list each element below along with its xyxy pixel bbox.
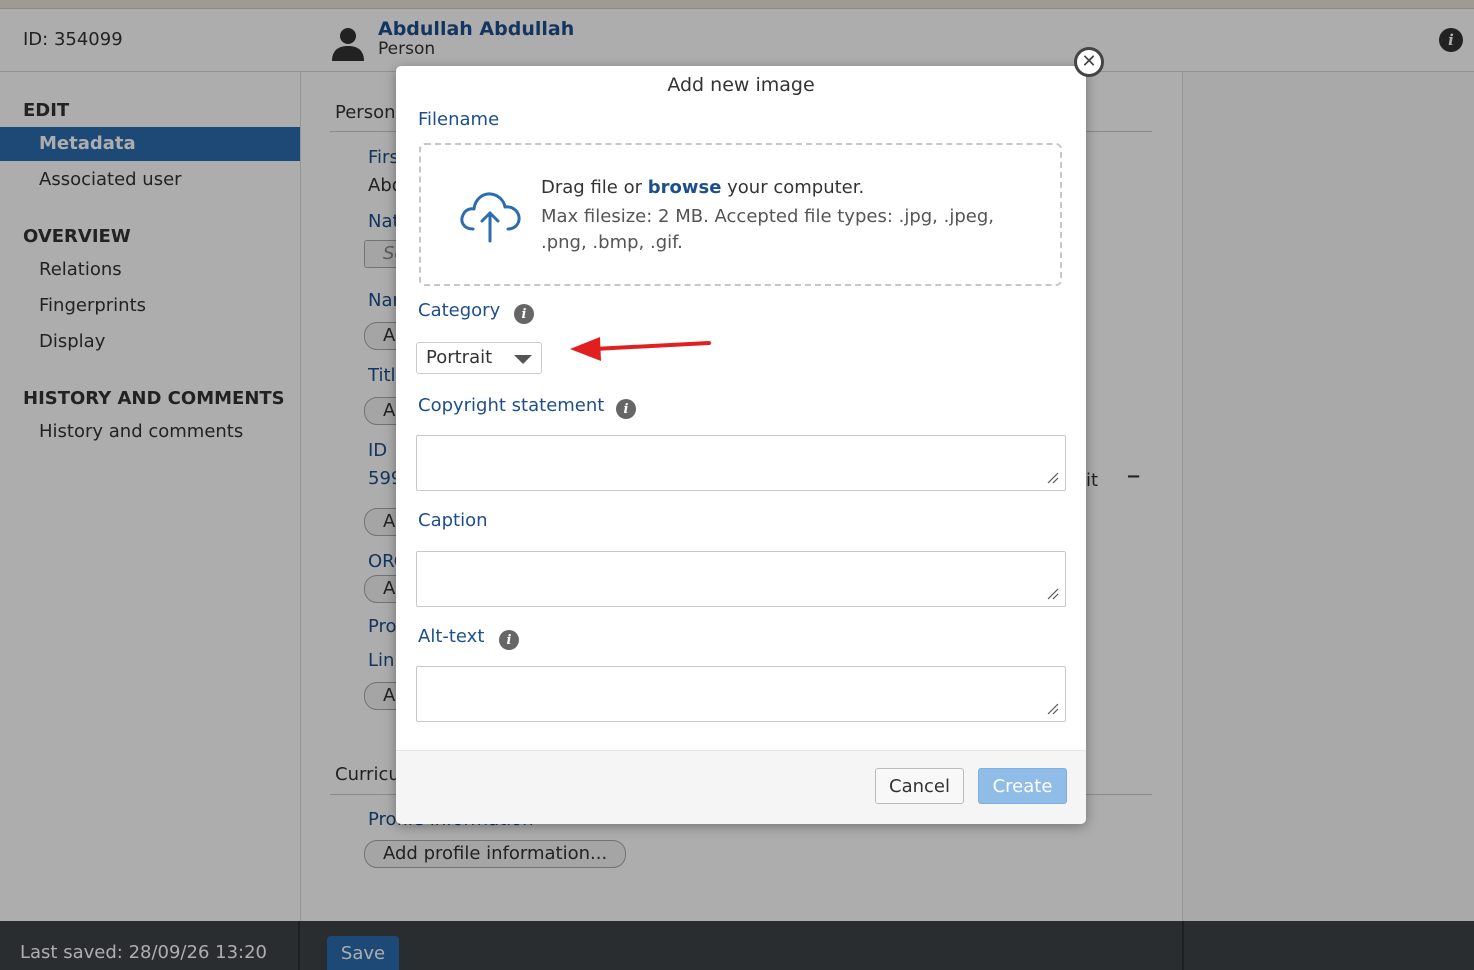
filename-label: Filename (418, 109, 500, 130)
resize-grip-icon[interactable] (1047, 472, 1059, 484)
alttext-textarea[interactable] (416, 666, 1066, 722)
alttext-label: Alt-text (418, 626, 485, 647)
cancel-button[interactable]: Cancel (875, 768, 964, 804)
drop-instructions: Drag file or browse your computer. (541, 177, 864, 198)
create-button[interactable]: Create (978, 768, 1067, 804)
caption-label: Caption (418, 510, 488, 531)
browse-link[interactable]: browse (648, 177, 722, 198)
resize-grip-icon[interactable] (1047, 703, 1059, 715)
close-dialog-button[interactable]: ✕ (1074, 47, 1104, 77)
close-icon: ✕ (1081, 51, 1097, 72)
chevron-down-icon (514, 355, 532, 364)
resize-grip-icon[interactable] (1047, 588, 1059, 600)
drop-text-after: your computer. (721, 177, 865, 198)
category-label: Category (418, 300, 501, 321)
category-info-icon[interactable]: i (514, 304, 534, 324)
copyright-info-icon[interactable]: i (616, 399, 636, 419)
file-drop-zone[interactable]: Drag file or browse your computer. Max f… (419, 143, 1062, 286)
drop-help-text: Max filesize: 2 MB. Accepted file types:… (541, 206, 994, 253)
add-image-dialog: Add new image Filename Drag file or brow… (396, 66, 1086, 824)
caption-textarea[interactable] (416, 551, 1066, 607)
dialog-title: Add new image (667, 74, 815, 96)
category-selected-value: Portrait (426, 347, 493, 368)
copyright-textarea[interactable] (416, 435, 1066, 491)
drop-text-before: Drag file or (541, 177, 648, 198)
copyright-label: Copyright statement (418, 395, 605, 416)
category-select[interactable]: Portrait (416, 342, 542, 374)
alttext-info-icon[interactable]: i (499, 630, 519, 650)
dialog-footer: Cancel Create (396, 750, 1086, 824)
cloud-upload-icon (460, 192, 521, 243)
annotation-arrow-icon (570, 337, 711, 361)
